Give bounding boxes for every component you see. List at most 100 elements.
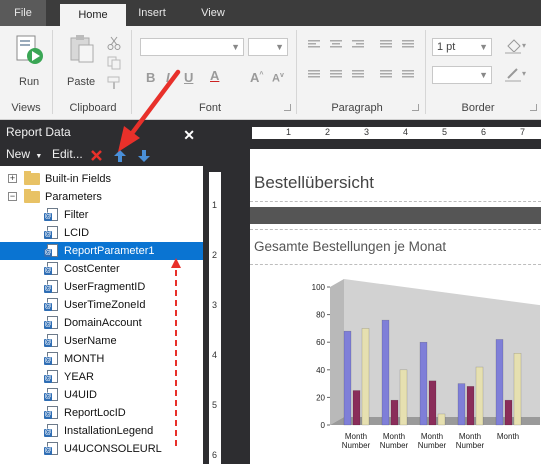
- border-width-value: 1 pt: [437, 41, 456, 53]
- tab-home[interactable]: Home: [60, 4, 126, 26]
- tree-item-label: UserName: [64, 335, 117, 347]
- chart-bar: [399, 369, 408, 426]
- report-title[interactable]: Bestellübersicht: [254, 173, 374, 193]
- folder-icon: [24, 171, 40, 185]
- tree-item-parameter[interactable]: @ U4UID: [0, 386, 203, 404]
- font-color-icon[interactable]: A: [210, 68, 219, 83]
- chevron-down-icon: ▼: [35, 153, 43, 160]
- tree-item-parameter[interactable]: @ U4UCONSOLEURL: [0, 440, 203, 458]
- font-family-combo[interactable]: ▼: [140, 38, 244, 56]
- tree-item-label: DomainAccount: [64, 317, 142, 329]
- delete-icon[interactable]: [90, 149, 103, 162]
- align-icons[interactable]: [308, 38, 420, 88]
- report-data-title-text: Report Data: [6, 125, 71, 139]
- tree-item-label: CostCenter: [64, 263, 120, 275]
- tree-item-parameter[interactable]: @ MONTH: [0, 350, 203, 368]
- tree-item-label: U4UID: [64, 389, 98, 401]
- chart-bar: [437, 413, 446, 426]
- group-paragraph-title: Paragraph: [331, 102, 383, 114]
- tree-item-parameter[interactable]: @ InstallationLegend: [0, 422, 203, 440]
- expand-icon[interactable]: +: [8, 174, 17, 183]
- parameter-icon: @: [44, 424, 59, 438]
- parameter-icon: @: [44, 388, 59, 402]
- tree-item-label: LCID: [64, 227, 90, 239]
- run-button[interactable]: Run: [12, 34, 46, 94]
- bold-icon[interactable]: B: [146, 70, 155, 85]
- move-up-icon[interactable]: [114, 150, 126, 162]
- tree-item-label: Parameters: [45, 191, 102, 203]
- shrink-font-icon[interactable]: Av: [272, 72, 284, 85]
- header-band[interactable]: [250, 207, 541, 224]
- parameter-icon: @: [44, 298, 59, 312]
- cut-icon[interactable]: [107, 36, 121, 50]
- ruler-tick-label: 4: [403, 127, 409, 137]
- chart-category-label: Month Number: [342, 432, 371, 450]
- divider: [250, 229, 541, 230]
- parameter-icon: @: [44, 352, 59, 366]
- divider: [250, 264, 541, 265]
- format-painter-icon[interactable]: [107, 76, 121, 90]
- ruler-tick-label: 1: [212, 200, 218, 210]
- chart-bar: [475, 366, 484, 426]
- parameter-icon: @: [44, 406, 59, 420]
- tree-item-parameter[interactable]: @ DomainAccount: [0, 314, 203, 332]
- ruler-tick-label: 4: [212, 350, 218, 360]
- parameter-icon: @: [44, 442, 59, 456]
- border-dialog-launcher[interactable]: [530, 104, 537, 111]
- report-data-toolbar: New ▼ Edit...: [0, 144, 203, 166]
- paste-label: Paste: [67, 76, 96, 88]
- chevron-down-icon: ▼: [231, 42, 240, 52]
- move-down-icon[interactable]: [138, 150, 150, 162]
- chart-y-tick-label: 20: [316, 393, 325, 402]
- chart-bar: [352, 390, 361, 426]
- group-divider: [425, 30, 426, 114]
- ruler-tick-label: 2: [325, 127, 331, 137]
- new-menu-button[interactable]: New ▼: [6, 147, 42, 161]
- paste-button[interactable]: Paste: [64, 34, 100, 94]
- chart-bar: [466, 386, 475, 426]
- chart-bar: [390, 399, 399, 426]
- divider: [250, 201, 541, 202]
- tab-view[interactable]: View: [190, 0, 236, 26]
- group-divider: [131, 30, 132, 114]
- font-size-combo[interactable]: ▼: [248, 38, 288, 56]
- fill-bucket-icon[interactable]: ▾: [505, 38, 527, 54]
- tree-item-parameters[interactable]: − Parameters: [0, 188, 203, 206]
- chart-bar: [495, 339, 504, 426]
- tree-item-parameter[interactable]: @ LCID: [0, 224, 203, 242]
- chart-back-wall: [344, 279, 540, 417]
- tree-item-parameter[interactable]: @ UserTimeZoneId: [0, 296, 203, 314]
- tab-file[interactable]: File: [0, 0, 46, 26]
- border-style-combo[interactable]: ▼: [432, 66, 492, 84]
- italic-icon[interactable]: I: [166, 70, 170, 85]
- font-dialog-launcher[interactable]: [284, 104, 291, 111]
- tree-item-label: U4UCONSOLEURL: [64, 443, 162, 455]
- tab-insert[interactable]: Insert: [126, 0, 178, 26]
- edit-button[interactable]: Edit...: [52, 147, 83, 161]
- tree-item-label: Filter: [64, 209, 89, 221]
- tree-item-builtin-fields[interactable]: + Built-in Fields: [0, 170, 203, 188]
- tree-item-parameter[interactable]: @ ReportLocID: [0, 404, 203, 422]
- tree-item-parameter[interactable]: @ Filter: [0, 206, 203, 224]
- collapse-icon[interactable]: −: [8, 192, 17, 201]
- grow-font-icon[interactable]: A^: [250, 70, 263, 85]
- run-label: Run: [19, 76, 40, 88]
- orders-chart[interactable]: 100 80 60 40 20 0 Month Number Month Number Month N…: [300, 277, 540, 462]
- copy-icon[interactable]: [107, 56, 121, 70]
- border-width-combo[interactable]: 1 pt ▼: [432, 38, 492, 56]
- chart-y-tick-label: 0: [321, 421, 326, 430]
- parameter-icon: @: [44, 370, 59, 384]
- svg-text:▾: ▾: [522, 69, 526, 78]
- group-views-title: Views: [11, 102, 41, 114]
- tree-item-parameter[interactable]: @ UserName: [0, 332, 203, 350]
- tree-item-parameter[interactable]: @ CostCenter: [0, 260, 203, 278]
- tree-item-parameter[interactable]: @ ReportParameter1: [0, 242, 203, 260]
- tree-item-parameter[interactable]: @ UserFragmentID: [0, 278, 203, 296]
- line-color-icon[interactable]: ▾: [505, 66, 527, 82]
- chevron-down-icon: ▼: [479, 42, 488, 52]
- report-subtitle[interactable]: Gesamte Bestellungen je Monat: [254, 239, 446, 254]
- report-canvas[interactable]: Bestellübersicht Gesamte Bestellungen je…: [250, 149, 541, 464]
- paragraph-dialog-launcher[interactable]: [412, 104, 419, 111]
- underline-icon[interactable]: U: [184, 70, 193, 85]
- tree-item-parameter[interactable]: @ YEAR: [0, 368, 203, 386]
